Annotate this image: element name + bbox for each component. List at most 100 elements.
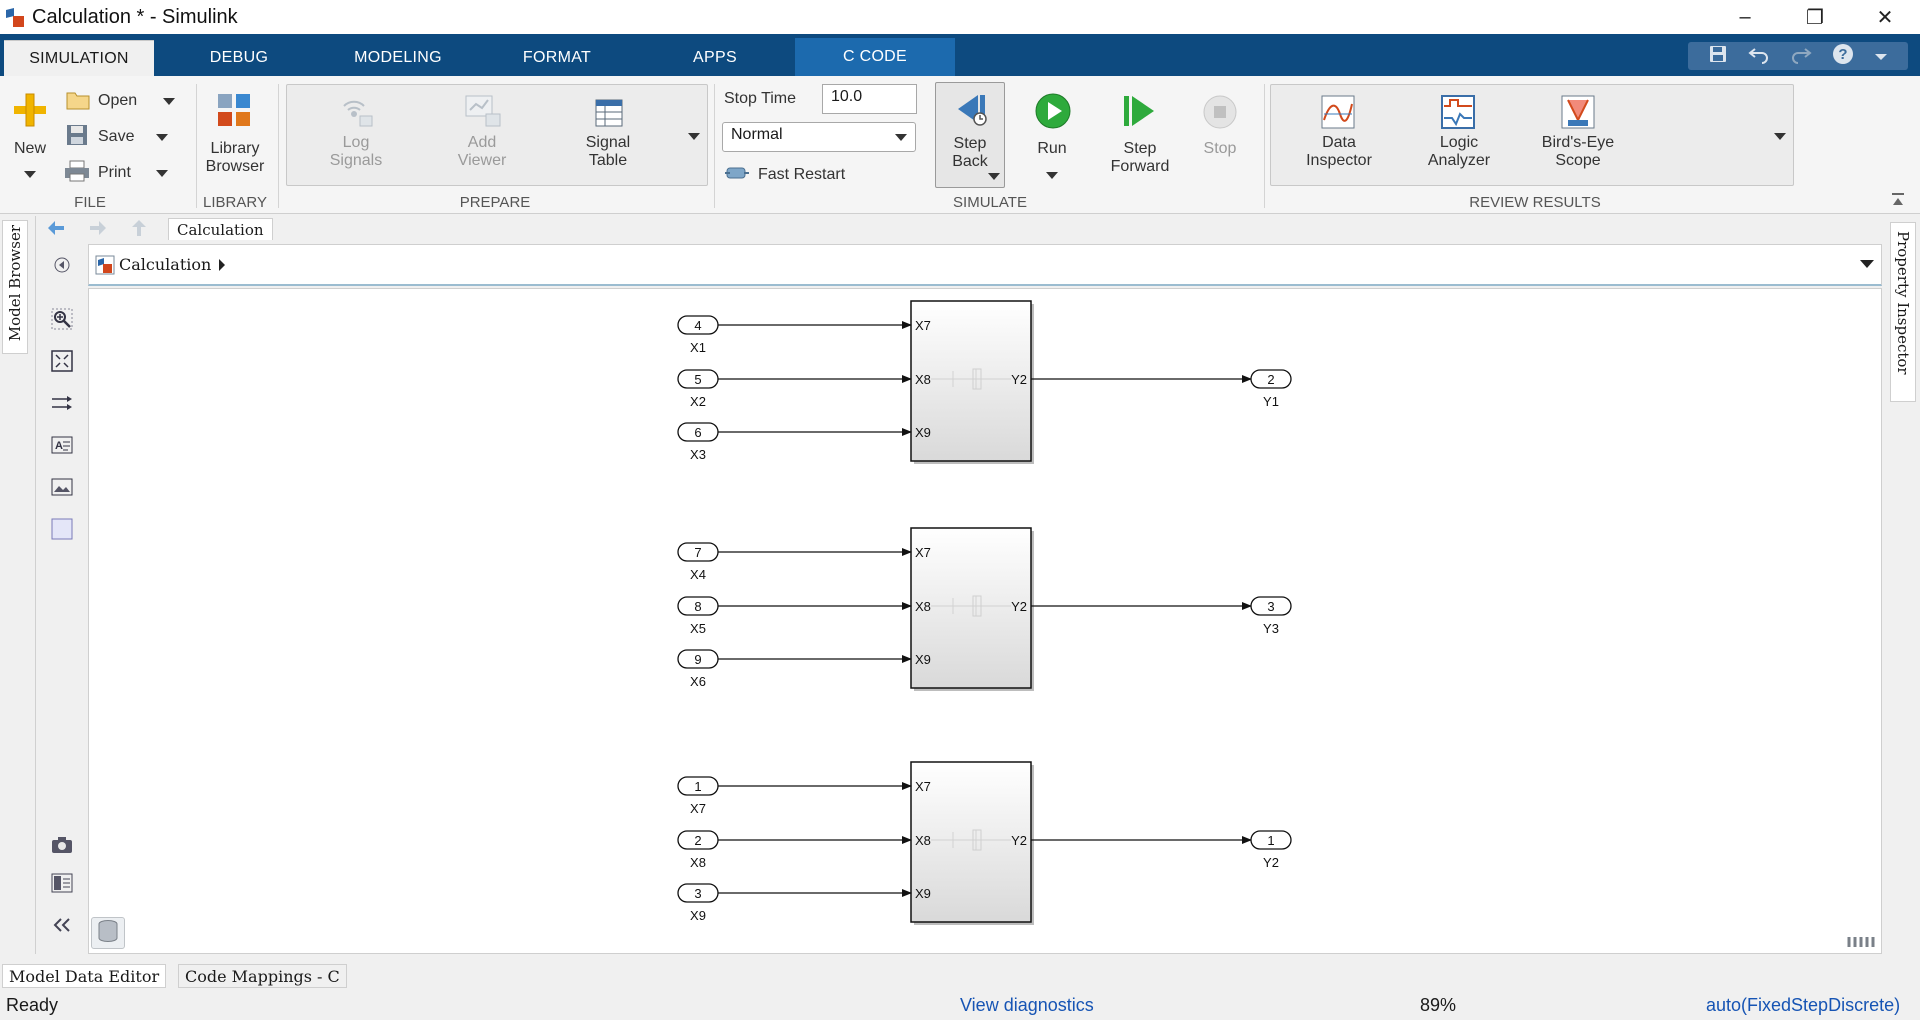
log-signals-icon[interactable] [336,94,376,133]
birds-eye-scope-icon[interactable] [1560,94,1596,135]
signal-table-button[interactable]: Signal Table [572,134,644,170]
save-icon[interactable] [66,124,88,151]
outport-name[interactable]: Y3 [1263,621,1279,636]
open-folder-icon[interactable] [66,90,90,115]
log-signals-button[interactable]: Log Signals [320,134,392,170]
breadcrumb-item-calculation[interactable]: Calculation [119,255,211,274]
inport-number[interactable]: 1 [694,779,701,794]
property-panel-icon[interactable] [48,870,76,896]
step-back-dropdown-arrow[interactable] [988,173,1000,180]
help-icon[interactable]: ? [1832,43,1854,70]
add-viewer-icon[interactable] [464,94,502,133]
data-inspector-button[interactable]: Data Inspector [1294,134,1384,170]
inport-name[interactable]: X6 [690,674,706,689]
stop-time-input[interactable]: 10.0 [822,84,917,114]
inport-number[interactable]: 6 [694,425,701,440]
review-gallery-expand-arrow[interactable] [1774,133,1786,140]
subsystem-output-port-label[interactable]: Y2 [1011,833,1027,848]
tab-simulation[interactable]: SIMULATION [4,40,154,76]
solver-link[interactable]: auto(FixedStepDiscrete) [1706,995,1900,1016]
print-icon[interactable] [64,160,90,187]
outport-name[interactable]: Y1 [1263,394,1279,409]
outport-number[interactable]: 1 [1267,833,1274,848]
inport-number[interactable]: 8 [694,599,701,614]
inport-name[interactable]: X5 [690,621,706,636]
breadcrumb-dropdown-icon[interactable] [1859,259,1875,269]
image-icon[interactable] [48,474,76,500]
tab-apps[interactable]: APPS [650,40,780,76]
run-icon[interactable] [1034,92,1072,135]
tab-code-mappings-c[interactable]: Code Mappings - C [178,964,347,988]
save-button[interactable]: Save [98,128,134,146]
property-inspector-tab[interactable]: Property Inspector [1890,222,1916,402]
inport-number[interactable]: 4 [694,318,701,333]
zoom-icon[interactable] [48,306,76,332]
inport-number[interactable]: 2 [694,833,701,848]
inport-name[interactable]: X2 [690,394,706,409]
model-browser-tab[interactable]: Model Browser [2,220,28,354]
open-button[interactable]: Open [98,92,137,110]
resize-grip-icon[interactable] [1847,935,1879,954]
subsystem-group-1[interactable]: 4 X1 X7 5 X2 X8 6 X3 X9 Y2 2 Y1 [677,300,1292,464]
undo-icon[interactable] [1748,44,1770,69]
add-viewer-button[interactable]: Add Viewer [446,134,518,170]
area-icon[interactable] [48,516,76,542]
tab-format[interactable]: FORMAT [492,40,622,76]
inport-name[interactable]: X7 [690,801,706,816]
subsystem-input-port-label[interactable]: X8 [915,372,931,387]
save-icon[interactable] [1708,44,1728,69]
birds-eye-scope-button[interactable]: Bird's-Eye Scope [1532,134,1624,170]
fit-to-view-icon[interactable] [48,348,76,374]
subsystem-input-port-label[interactable]: X9 [915,886,931,901]
collapse-palette-icon[interactable] [48,912,76,938]
stop-button[interactable]: Stop [1190,140,1250,158]
screenshot-camera-icon[interactable] [48,832,76,858]
prepare-gallery-expand-arrow[interactable] [688,133,700,140]
logic-analyzer-icon[interactable] [1440,94,1476,135]
tab-model-data-editor[interactable]: Model Data Editor [2,964,167,988]
subsystem-input-port-label[interactable]: X8 [915,833,931,848]
subsystem-group-3[interactable]: 1 X7 X7 2 X8 X8 3 X9 X9 Y2 1 Y2 [677,761,1292,925]
outport-number[interactable]: 3 [1267,599,1274,614]
signal-table-icon[interactable] [594,98,624,133]
subsystem-input-port-label[interactable]: X8 [915,599,931,614]
new-icon[interactable] [12,92,48,133]
outport-number[interactable]: 2 [1267,372,1274,387]
step-back-button[interactable]: Step Back [935,82,1005,188]
new-dropdown-arrow[interactable] [24,171,36,178]
model-canvas[interactable]: 4 X1 X7 5 X2 X8 6 X3 X9 Y2 2 Y1 7 X4 X7 8 X5 X8 9 X6 X9 Y2 3 Y3… [88,288,1882,954]
step-forward-icon[interactable] [1122,94,1158,133]
subsystem-output-port-label[interactable]: Y2 [1011,599,1027,614]
fast-restart-button[interactable]: Fast Restart [758,166,845,184]
inport-number[interactable]: 3 [694,886,701,901]
annotation-icon[interactable]: A [48,432,76,458]
redo-icon[interactable] [1790,44,1812,69]
outport-name[interactable]: Y2 [1263,855,1279,870]
inport-name[interactable]: X1 [690,340,706,355]
subsystem-input-port-label[interactable]: X7 [915,545,931,560]
subsystem-input-port-label[interactable]: X9 [915,425,931,440]
run-button[interactable]: Run [1022,140,1082,158]
data-inspector-icon[interactable] [1320,94,1356,135]
subsystem-output-port-label[interactable]: Y2 [1011,372,1027,387]
chevron-right-icon[interactable] [217,258,227,272]
model-tab-calculation[interactable]: Calculation [168,218,273,240]
inport-number[interactable]: 9 [694,652,701,667]
logic-analyzer-button[interactable]: Logic Analyzer [1414,134,1504,170]
run-dropdown-arrow[interactable] [1046,172,1058,179]
tab-debug[interactable]: DEBUG [174,40,304,76]
inport-name[interactable]: X8 [690,855,706,870]
data-dictionary-button[interactable] [91,917,125,949]
chevron-down-icon[interactable] [1874,46,1888,67]
new-button[interactable]: New [10,140,50,158]
view-diagnostics-link[interactable]: View diagnostics [960,995,1094,1016]
minimize-button[interactable]: – [1710,0,1780,34]
back-arrow-icon[interactable] [46,219,66,242]
library-browser-icon[interactable] [216,92,252,133]
print-button[interactable]: Print [98,164,131,182]
step-forward-button[interactable]: Step Forward [1100,140,1180,176]
print-dropdown-arrow[interactable] [156,170,168,177]
inport-number[interactable]: 5 [694,372,701,387]
subsystem-input-port-label[interactable]: X7 [915,318,931,333]
library-browser-button[interactable]: Library Browser [200,140,270,176]
